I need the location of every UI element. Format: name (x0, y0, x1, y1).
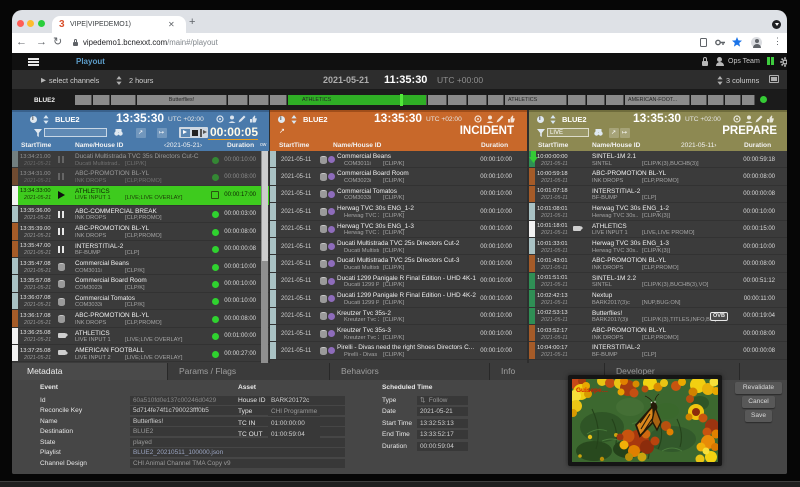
svg-text:Guisepe…: Guisepe… (576, 387, 608, 394)
